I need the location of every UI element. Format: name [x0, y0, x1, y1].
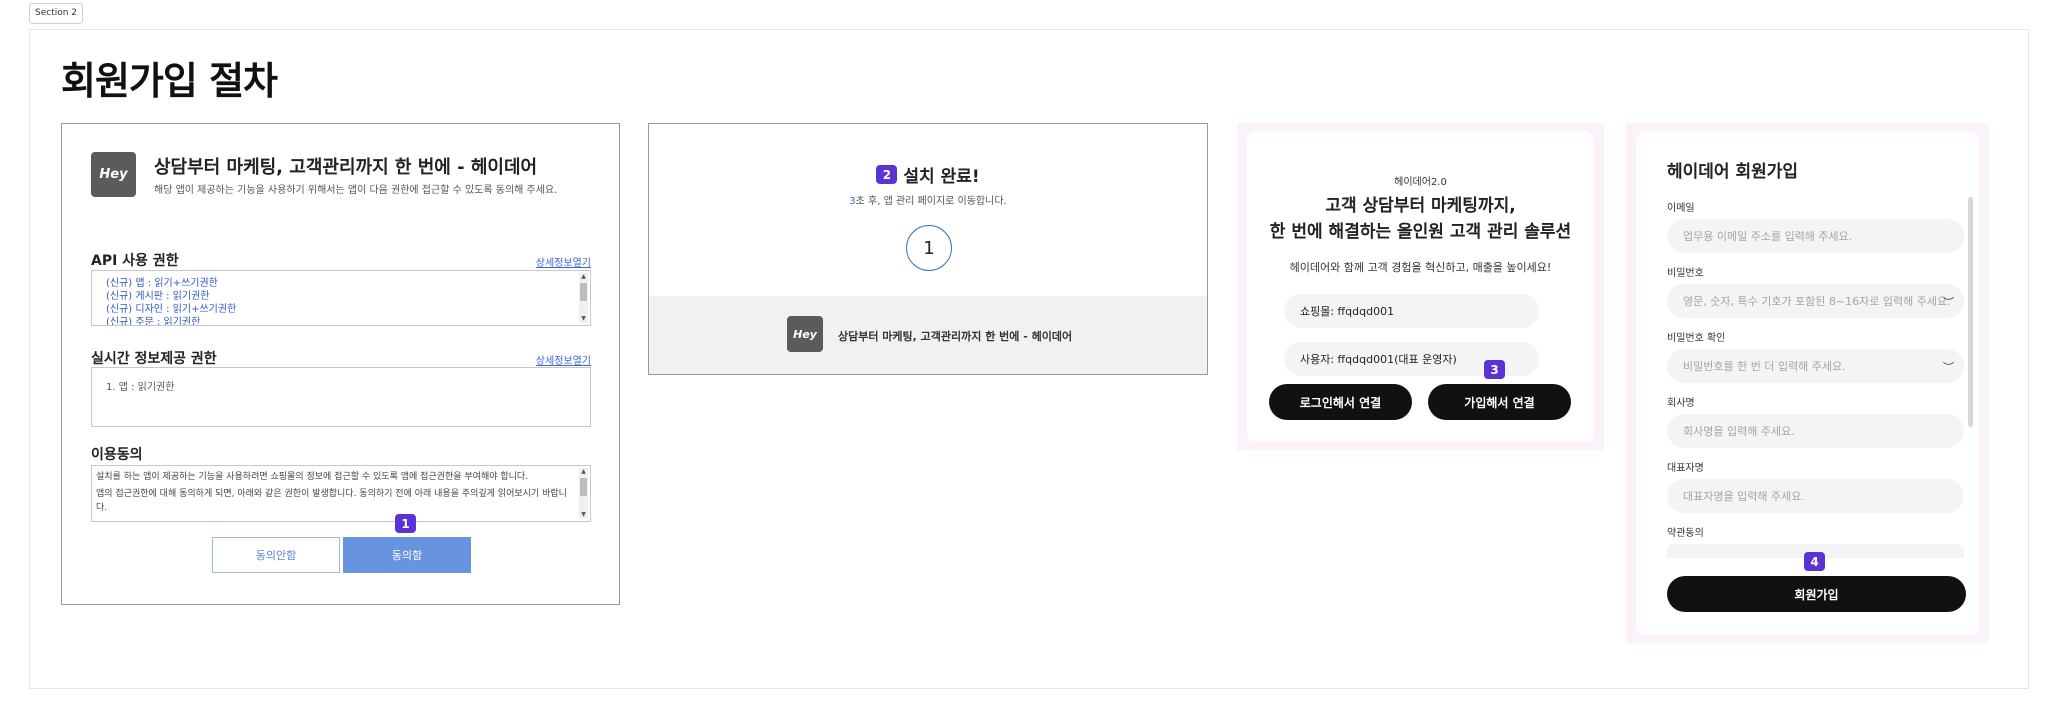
section-tag: Section 2 [29, 3, 84, 24]
eye-closed-icon[interactable]: ︶ [1943, 294, 1954, 310]
company-label: 회사명 [1667, 398, 1695, 409]
email-field[interactable]: 업무용 이메일 주소를 입력해 주세요. [1667, 219, 1964, 253]
step-badge-2: 2 [876, 165, 898, 184]
company-field[interactable]: 회사명을 입력해 주세요. [1667, 414, 1964, 448]
countdown-circle: 1 [906, 225, 952, 271]
permission-item: (신규) 디자인 : 읽기+쓰기권한 [106, 304, 237, 315]
step-badge-4: 4 [1804, 552, 1825, 571]
app-footer-title: 상담부터 마케팅, 고객관리까지 한 번에 - 헤이데어 [838, 330, 1073, 343]
app-title: 상담부터 마케팅, 고객관리까지 한 번에 - 헤이데어 [154, 157, 538, 178]
signup-form: 헤이데어 회원가입 이메일 업무용 이메일 주소를 입력해 주세요. 비밀번호 … [1636, 131, 1979, 635]
scroll-up-arrow-icon[interactable]: ▲ [579, 468, 588, 476]
api-list-scrollbar[interactable]: ▲ ▼ [579, 273, 588, 323]
eye-closed-icon[interactable]: ︶ [1943, 359, 1954, 375]
connect-description: 헤이데어와 함께 고객 경험을 혁신하고, 매출을 높이세요! [1289, 261, 1552, 274]
realtime-permission-item: 1. 앱 : 읽기권한 [106, 382, 175, 393]
permission-item: (신규) 앱 : 읽기+쓰기권한 [106, 278, 218, 289]
signup-title: 헤이데어 회원가입 [1667, 162, 1799, 182]
api-detail-link[interactable]: 상세정보열기 [536, 254, 591, 269]
ceo-label: 대표자명 [1667, 463, 1704, 474]
password-confirm-placeholder: 비밀번호를 한 번 더 입력해 주세요. [1683, 360, 1846, 373]
disagree-button[interactable]: 동의안함 [212, 537, 340, 573]
scroll-thumb[interactable] [580, 283, 587, 301]
redirect-notice: 3초 후, 앱 관리 페이지로 이동합니다. [649, 192, 1207, 207]
api-permission-label: API 사용 권한 [91, 253, 179, 269]
signup-connect-button[interactable]: 가입해서 연결 [1428, 384, 1571, 420]
shop-id-field: 쇼핑몰: ffqdqd001 [1284, 294, 1539, 328]
password-label: 비밀번호 [1667, 268, 1704, 279]
password-confirm-field[interactable]: 비밀번호를 한 번 더 입력해 주세요. ︶ [1667, 349, 1964, 383]
redirect-text: 초 후, 앱 관리 페이지로 이동합니다. [855, 196, 1007, 207]
headline: 고객 상담부터 마케팅까지, 한 번에 해결하는 올인원 고객 관리 솔루션 [1269, 196, 1572, 242]
login-connect-button[interactable]: 로그인해서 연결 [1269, 384, 1412, 420]
heythere-logo: Hey [787, 316, 823, 352]
scroll-thumb[interactable] [580, 478, 587, 496]
install-complete-panel: 2 설치 완료! 3초 후, 앱 관리 페이지로 이동합니다. 1 Hey 상담… [648, 123, 1208, 375]
api-permission-list[interactable]: (신규) 앱 : 읽기+쓰기권한 (신규) 게시판 : 읽기권한 (신규) 디자… [91, 270, 591, 326]
consent-scrollbar[interactable]: ▲ ▼ [579, 468, 588, 519]
heythere-logo: Hey [91, 152, 136, 197]
scroll-down-arrow-icon[interactable]: ▼ [579, 315, 588, 323]
app-permission-panel: Hey 상담부터 마케팅, 고객관리까지 한 번에 - 헤이데어 해당 앱이 제… [61, 123, 620, 605]
email-label: 이메일 [1667, 203, 1695, 214]
consent-text: 앱의 접근권한에 대해 동의하게 되면, 아래와 같은 권한이 발생합니다. 동… [96, 489, 567, 513]
signup-panel: 헤이데어 회원가입 이메일 업무용 이메일 주소를 입력해 주세요. 비밀번호 … [1626, 123, 1989, 643]
consent-text: 설치를 하는 앱이 제공하는 기능을 사용하려면 쇼핑몰의 정보에 접근할 수 … [96, 472, 529, 482]
app-footer: Hey 상담부터 마케팅, 고객관리까지 한 번에 - 헤이데어 [649, 296, 1207, 374]
account-connect-card: 헤이데어2.0 고객 상담부터 마케팅까지, 한 번에 해결하는 올인원 고객 … [1247, 131, 1594, 442]
step-badge-3: 3 [1484, 360, 1505, 379]
ceo-field[interactable]: 대표자명을 입력해 주세요. [1667, 479, 1964, 513]
app-permission-description: 해당 앱이 제공하는 기능을 사용하기 위해서는 앱이 다음 권한에 접근할 수… [154, 185, 558, 196]
install-complete-title: 설치 완료! [903, 167, 980, 187]
password-confirm-label: 비밀번호 확인 [1667, 333, 1726, 344]
terms-label: 약관동의 [1667, 528, 1704, 539]
consent-textbox[interactable]: 설치를 하는 앱이 제공하는 기능을 사용하려면 쇼핑몰의 정보에 접근할 수 … [91, 465, 591, 522]
realtime-detail-link[interactable]: 상세정보열기 [536, 352, 591, 367]
scroll-down-arrow-icon[interactable]: ▼ [579, 511, 588, 519]
realtime-permission-box: 1. 앱 : 읽기권한 [91, 367, 591, 427]
password-field[interactable]: 영문, 숫자, 특수 기호가 포함된 8~16자로 입력해 주세요. ︶ [1667, 284, 1964, 318]
page-title: 회원가입 절차 [61, 59, 278, 103]
brand-name: 헤이데어2.0 [1394, 177, 1447, 188]
realtime-permission-label: 실시간 정보제공 권한 [91, 351, 217, 367]
agree-button[interactable]: 동의함 [343, 537, 471, 573]
password-placeholder: 영문, 숫자, 특수 기호가 포함된 8~16자로 입력해 주세요. [1683, 295, 1951, 308]
scroll-up-arrow-icon[interactable]: ▲ [579, 273, 588, 281]
signup-submit-button[interactable]: 회원가입 [1667, 576, 1966, 612]
account-connect-panel: 헤이데어2.0 고객 상담부터 마케팅까지, 한 번에 해결하는 올인원 고객 … [1237, 123, 1604, 450]
permission-item: (신규) 게시판 : 읽기권한 [106, 291, 210, 302]
consent-label: 이용동의 [91, 447, 143, 463]
step-badge-1: 1 [395, 514, 416, 533]
permission-item: (신규) 주문 : 읽기권한 [106, 317, 201, 326]
form-scrollbar[interactable] [1968, 197, 1973, 427]
